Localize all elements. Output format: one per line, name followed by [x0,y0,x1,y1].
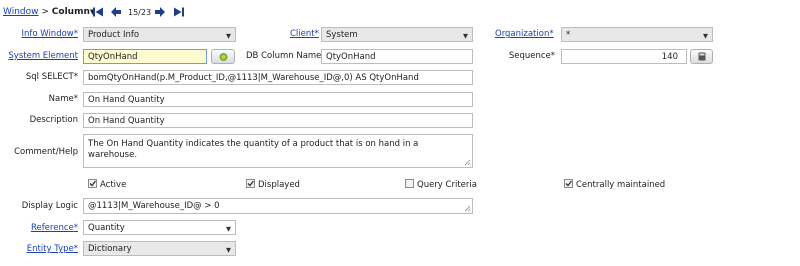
entity-type-label[interactable]: Entity Type* [0,243,78,255]
display-logic-field[interactable]: @1113|M_Warehouse_ID@ > 0 [83,198,473,214]
calculator-icon [698,52,705,61]
breadcrumb-window-link[interactable]: Window [3,7,39,17]
resize-grip-icon[interactable] [464,205,471,212]
displayed-checkbox-label: Displayed [258,180,300,190]
sql-select-label: Sql SELECT* [25,72,78,82]
last-record-icon[interactable] [173,6,185,18]
comment-help-textarea[interactable]: The On Hand Quantity indicates the quant… [83,134,473,168]
active-checkbox[interactable] [88,179,97,188]
name-label: Name* [48,94,78,104]
previous-record-icon[interactable] [110,6,122,18]
active-checkbox-label: Active [100,180,127,190]
next-record-icon[interactable] [154,6,166,18]
query-criteria-checkbox-label: Query Criteria [417,180,477,190]
info-window-select[interactable]: Product Info [83,27,236,42]
sequence-field[interactable]: 140 [561,49,687,64]
description-label: Description [29,115,78,125]
reference-select[interactable]: Quantity [83,220,236,235]
navigation-bar: Window > Column▼ 15/23 [0,0,800,24]
entity-type-select[interactable]: Dictionary [83,241,236,256]
first-record-icon[interactable] [92,6,104,18]
info-window-label[interactable]: Info Window* [0,28,78,40]
db-column-name-field[interactable]: QtyOnHand [321,49,473,64]
organization-select[interactable]: * [561,27,713,42]
centrally-maintained-checkbox[interactable] [564,179,573,188]
breadcrumb-separator: > [41,7,49,17]
checkmark-icon [89,180,96,187]
system-element-label[interactable]: System Element [0,50,78,62]
description-field[interactable]: On Hand Quantity [83,113,473,128]
checkmark-icon [247,180,254,187]
centrally-maintained-checkbox-label: Centrally maintained [576,180,666,190]
displayed-checkbox[interactable] [246,179,255,188]
display-logic-label: Display Logic [21,201,78,211]
organization-label[interactable]: Organization* [495,28,555,40]
client-label[interactable]: Client* [290,28,319,40]
sequence-label: Sequence* [508,51,555,61]
breadcrumb: Window > Column▼ [3,7,95,17]
name-field[interactable]: On Hand Quantity [83,92,473,107]
zoom-icon [219,53,227,61]
sql-select-field[interactable]: bomQtyOnHand(p.M_Product_ID,@1113|M_Ware… [83,70,473,85]
reference-label[interactable]: Reference* [0,222,78,234]
record-position: 15/23 [128,8,152,17]
client-select[interactable]: System [321,27,473,42]
query-criteria-checkbox[interactable] [405,179,414,188]
comment-help-label: Comment/Help [14,147,78,157]
db-column-name-label: DB Column Name* [246,51,326,61]
zoom-button[interactable] [211,49,235,64]
checkmark-icon [565,180,572,187]
calculator-button[interactable] [690,49,713,64]
system-element-field[interactable]: QtyOnHand [83,49,207,64]
breadcrumb-current[interactable]: Column [52,7,90,17]
resize-grip-icon[interactable] [464,159,471,166]
